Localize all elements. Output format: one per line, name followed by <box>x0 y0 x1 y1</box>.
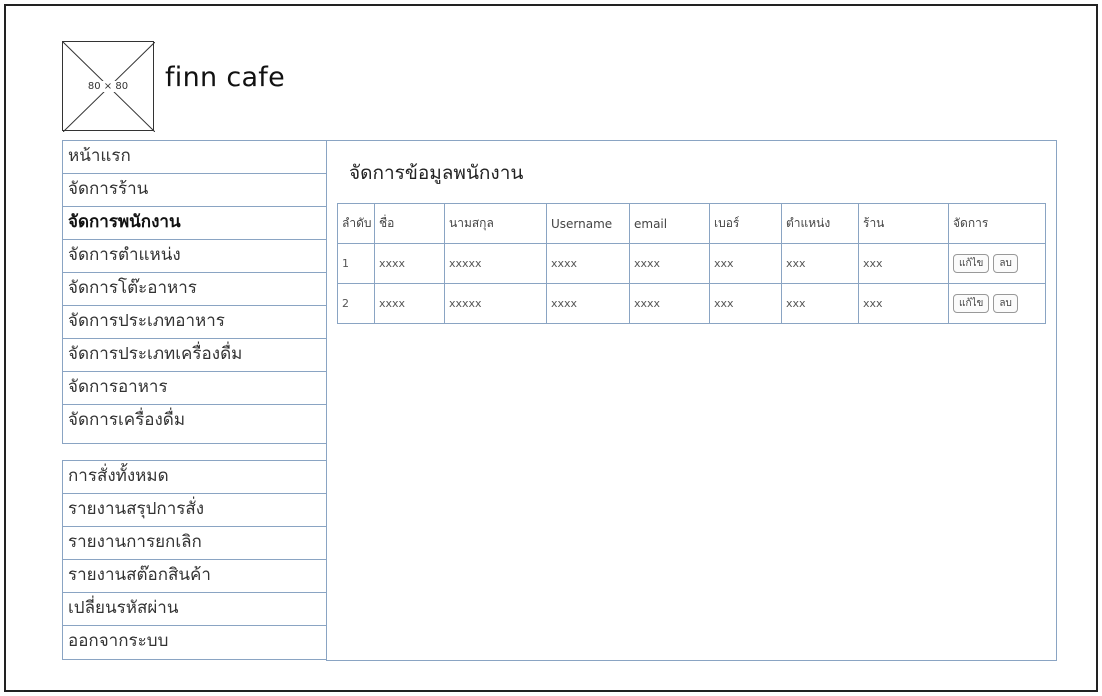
actions-cell: แก้ไข ลบ <box>948 243 1046 284</box>
sidebar-item[interactable]: หน้าแรก <box>63 141 326 174</box>
table-cell: xxxx <box>629 243 710 284</box>
column-header: ชื่อ <box>374 203 445 244</box>
sidebar-item[interactable]: จัดการประเภทอาหาร <box>63 306 326 339</box>
sidebar-item[interactable]: จัดการประเภทเครื่องดื่ม <box>63 339 326 372</box>
table-row: 2 xxxx xxxxx xxxx xxxx xxx xxx xxx แก้ไข ลบ <box>337 283 1046 324</box>
table-cell: xxx <box>709 283 782 324</box>
column-header: email <box>629 203 710 244</box>
table-cell: xxx <box>858 283 949 324</box>
logo-size-label: 80 × 80 <box>86 80 130 92</box>
table-cell: xxxx <box>374 243 445 284</box>
table-header-row: ลำดับ ชื่อ นามสกุล Username email เบอร์ ตำแหน่… <box>337 203 1046 244</box>
nav-group-management: หน้าแรก จัดการร้าน จัดการพนักงาน จัดการตำแห… <box>62 140 327 444</box>
column-header: ลำดับ <box>337 203 375 244</box>
column-header: ร้าน <box>858 203 949 244</box>
actions-cell: แก้ไข ลบ <box>948 283 1046 324</box>
sidebar-item[interactable]: รายงานการยกเลิก <box>63 527 326 560</box>
column-header: Username <box>546 203 630 244</box>
column-header: นามสกุล <box>444 203 547 244</box>
table-cell: xxxxx <box>444 283 547 324</box>
sidebar-item[interactable]: จัดการพนักงาน <box>63 207 326 240</box>
sidebar-item[interactable]: จัดการตำแหน่ง <box>63 240 326 273</box>
sidebar-item[interactable]: จัดการโต๊ะอาหาร <box>63 273 326 306</box>
table-cell: xxxx <box>546 243 630 284</box>
table-cell: xxx <box>781 243 859 284</box>
column-header: จัดการ <box>948 203 1046 244</box>
delete-button[interactable]: ลบ <box>993 294 1018 313</box>
sidebar-item[interactable]: รายงานสต๊อกสินค้า <box>63 560 326 593</box>
column-header: ตำแหน่ง <box>781 203 859 244</box>
main-panel: จัดการข้อมูลพนักงาน ลำดับ ชื่อ นามสกุล User… <box>326 140 1057 661</box>
staff-table: ลำดับ ชื่อ นามสกุล Username email เบอร์ ตำแหน่… <box>337 203 1046 324</box>
table-cell: xxxx <box>546 283 630 324</box>
brand-name[interactable]: finn cafe <box>165 62 285 93</box>
table-cell: 2 <box>337 283 375 324</box>
sidebar-item[interactable]: เปลี่ยนรหัสผ่าน <box>63 593 326 626</box>
table-cell: xxx <box>709 243 782 284</box>
nav-group-reports: การสั่งทั้งหมด รายงานสรุปการสั่ง รายงานการ… <box>62 460 327 660</box>
table-cell: xxxx <box>629 283 710 324</box>
table-cell: 1 <box>337 243 375 284</box>
sidebar-report-nav: การสั่งทั้งหมด รายงานสรุปการสั่ง รายงานการ… <box>62 460 327 660</box>
table-row: 1 xxxx xxxxx xxxx xxxx xxx xxx xxx แก้ไข ลบ <box>337 243 1046 284</box>
table-cell: xxx <box>781 283 859 324</box>
sidebar-item[interactable]: จัดการอาหาร <box>63 372 326 405</box>
column-header: เบอร์ <box>709 203 782 244</box>
edit-button[interactable]: แก้ไข <box>953 254 990 273</box>
sidebar-item[interactable]: จัดการร้าน <box>63 174 326 207</box>
table-cell: xxxxx <box>444 243 547 284</box>
edit-button[interactable]: แก้ไข <box>953 294 990 313</box>
sidebar-item[interactable]: รายงานสรุปการสั่ง <box>63 494 326 527</box>
page-title: จัดการข้อมูลพนักงาน <box>349 162 524 184</box>
table-cell: xxxx <box>374 283 445 324</box>
delete-button[interactable]: ลบ <box>993 254 1018 273</box>
logo-placeholder: 80 × 80 <box>62 41 155 132</box>
sidebar-item[interactable]: ออกจากระบบ <box>63 626 326 659</box>
sidebar-item[interactable]: การสั่งทั้งหมด <box>63 461 326 494</box>
table-cell: xxx <box>858 243 949 284</box>
sidebar-item[interactable]: จัดการเครื่องดื่ม <box>63 405 326 443</box>
sidebar-main-nav: หน้าแรก จัดการร้าน จัดการพนักงาน จัดการตำแห… <box>62 140 327 444</box>
